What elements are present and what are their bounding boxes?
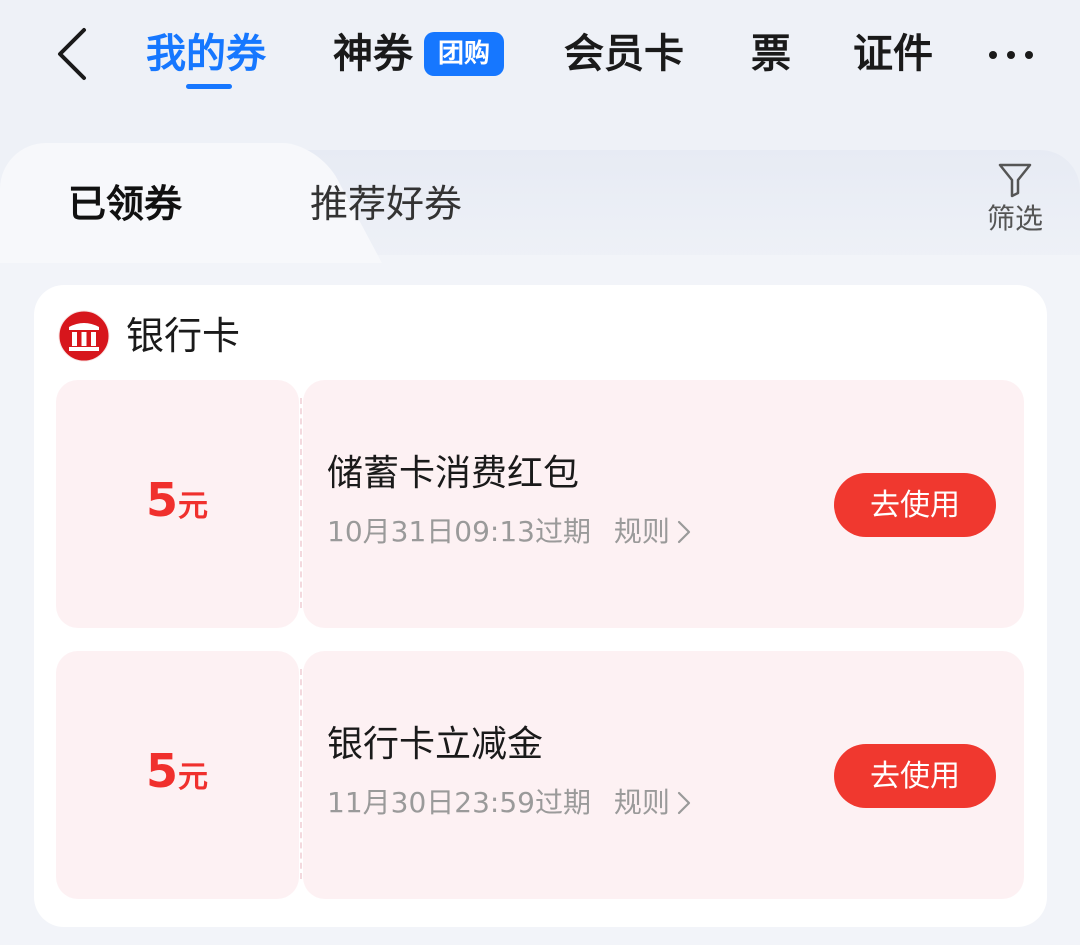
top-nav-bar: 我的券 神券 团购 会员卡 票 证件 (0, 0, 1080, 110)
section-title: 银行卡 (126, 314, 241, 358)
tab-membership-cards[interactable]: 会员卡 (564, 26, 684, 82)
more-button[interactable] (986, 30, 1036, 78)
coupon-expiry: 10月31日09:13过期 (327, 515, 591, 548)
tab-super-coupons[interactable]: 神券 (333, 26, 413, 82)
tab-documents[interactable]: 证件 (853, 26, 933, 82)
bank-icon (58, 310, 110, 362)
coupon-divider (300, 669, 302, 879)
active-tab-indicator (186, 84, 232, 89)
coupon-amount: 5元 (146, 741, 208, 801)
coupon-divider (300, 398, 302, 608)
subtab-recommended[interactable]: 推荐好券 (310, 176, 462, 232)
tab-tickets[interactable]: 票 (751, 26, 791, 82)
chevron-right-icon (677, 520, 690, 544)
back-arrow-icon (58, 28, 86, 80)
chevron-right-icon (677, 791, 690, 815)
coupon-amount: 5元 (146, 470, 208, 530)
coupon-amount-unit: 元 (178, 489, 209, 524)
coupon-amount-unit: 元 (178, 760, 209, 795)
rules-label: 规则 (613, 515, 670, 548)
coupon-expiry: 11月30日23:59过期 (327, 786, 591, 819)
filter-label: 筛选 (986, 202, 1043, 235)
coupon-title: 银行卡立减金 (327, 724, 544, 765)
coupon-meta: 10月31日09:13过期 规则 (327, 512, 692, 552)
subtab-claimed[interactable]: 已领券 (68, 176, 182, 232)
coupon-title: 储蓄卡消费红包 (327, 453, 580, 494)
filter-icon (998, 163, 1032, 198)
use-coupon-button[interactable]: 去使用 (834, 744, 996, 808)
filter-button[interactable]: 筛选 (980, 158, 1050, 238)
tab-my-coupons[interactable]: 我的券 (146, 26, 266, 82)
group-buy-badge: 团购 (424, 32, 504, 76)
coupon-amount-value: 5 (146, 744, 179, 798)
back-button[interactable] (52, 26, 92, 82)
rules-link[interactable]: 规则 (614, 783, 692, 823)
coupon-amount-value: 5 (146, 473, 179, 527)
rules-link[interactable]: 规则 (614, 512, 692, 552)
rules-label: 规则 (613, 786, 670, 819)
coupon-meta: 11月30日23:59过期 规则 (327, 783, 692, 823)
more-dots-icon (989, 51, 997, 59)
use-coupon-button[interactable]: 去使用 (834, 473, 996, 537)
